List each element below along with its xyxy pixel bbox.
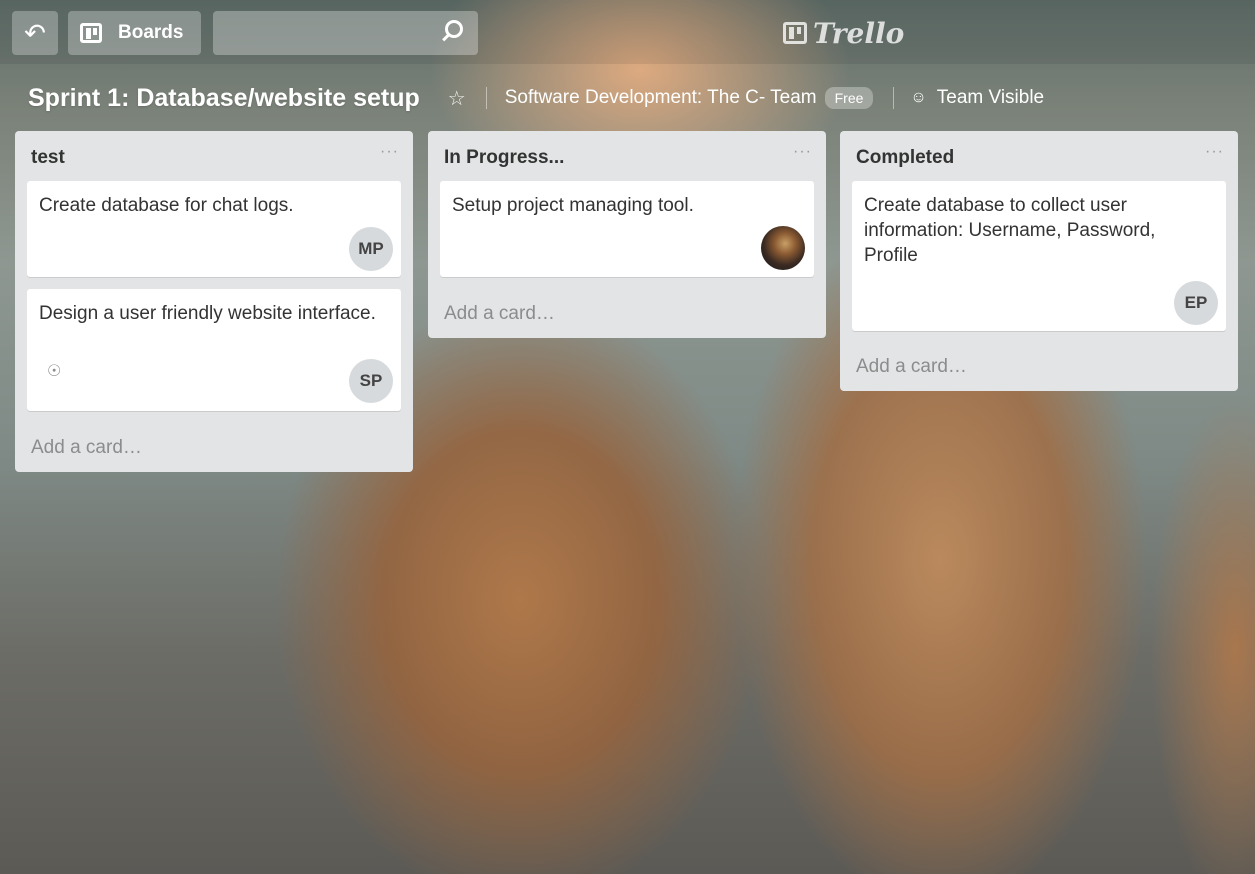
member-avatar[interactable]: EP	[1174, 281, 1218, 325]
top-bar: ↶ Boards Trello	[0, 0, 1255, 64]
member-avatar[interactable]: MP	[349, 227, 393, 271]
team-icon: ☺	[910, 89, 927, 106]
board-header: Sprint 1: Database/website setup ☆ Softw…	[28, 78, 1044, 118]
list-title[interactable]: Completed	[856, 147, 954, 169]
list-menu-button[interactable]: ···	[380, 143, 399, 161]
card-title: Create database to collect user informat…	[864, 195, 1156, 266]
list-in-progress: In Progress... ··· Setup project managin…	[428, 131, 826, 338]
list-title[interactable]: test	[31, 147, 65, 169]
eye-icon: ☉	[47, 363, 62, 380]
member-avatar[interactable]: SP	[349, 359, 393, 403]
team-name[interactable]: Software Development: The C- Team	[505, 87, 817, 109]
search-input[interactable]	[213, 11, 478, 55]
list-title[interactable]: In Progress...	[444, 147, 564, 169]
list-test: test ··· Create database for chat logs. …	[15, 131, 413, 472]
card-title: Design a user friendly website interface…	[39, 303, 376, 324]
boards-label: Boards	[118, 22, 184, 43]
trello-logo-icon	[783, 22, 807, 44]
add-card-button[interactable]: Add a card…	[856, 356, 967, 378]
card[interactable]: Design a user friendly website interface…	[27, 289, 401, 411]
list-menu-button[interactable]: ···	[793, 143, 812, 161]
card[interactable]: Setup project managing tool.	[440, 181, 814, 277]
star-icon[interactable]: ☆	[448, 86, 466, 111]
boards-button[interactable]: Boards	[68, 11, 201, 55]
header-divider	[893, 87, 895, 109]
card[interactable]: Create database for chat logs. MP	[27, 181, 401, 277]
member-avatar[interactable]	[761, 226, 805, 270]
card-title: Create database for chat logs.	[39, 195, 294, 216]
logo-text: Trello	[813, 16, 905, 50]
back-arrow-icon: ↶	[24, 17, 46, 48]
list-completed: Completed ··· Create database to collect…	[840, 131, 1238, 391]
boards-icon	[80, 23, 102, 43]
card-title: Setup project managing tool.	[452, 195, 694, 216]
board-title[interactable]: Sprint 1: Database/website setup	[28, 84, 420, 113]
list-menu-button[interactable]: ···	[1205, 143, 1224, 161]
header-divider	[485, 87, 487, 109]
card[interactable]: Create database to collect user informat…	[852, 181, 1226, 331]
visibility-button[interactable]: Team Visible	[937, 87, 1044, 109]
trello-logo[interactable]: Trello	[783, 16, 904, 50]
add-card-button[interactable]: Add a card…	[444, 303, 555, 325]
plan-badge: Free	[824, 87, 874, 109]
add-card-button[interactable]: Add a card…	[31, 437, 142, 459]
search-icon[interactable]	[445, 20, 463, 38]
back-button[interactable]: ↶	[12, 11, 58, 55]
